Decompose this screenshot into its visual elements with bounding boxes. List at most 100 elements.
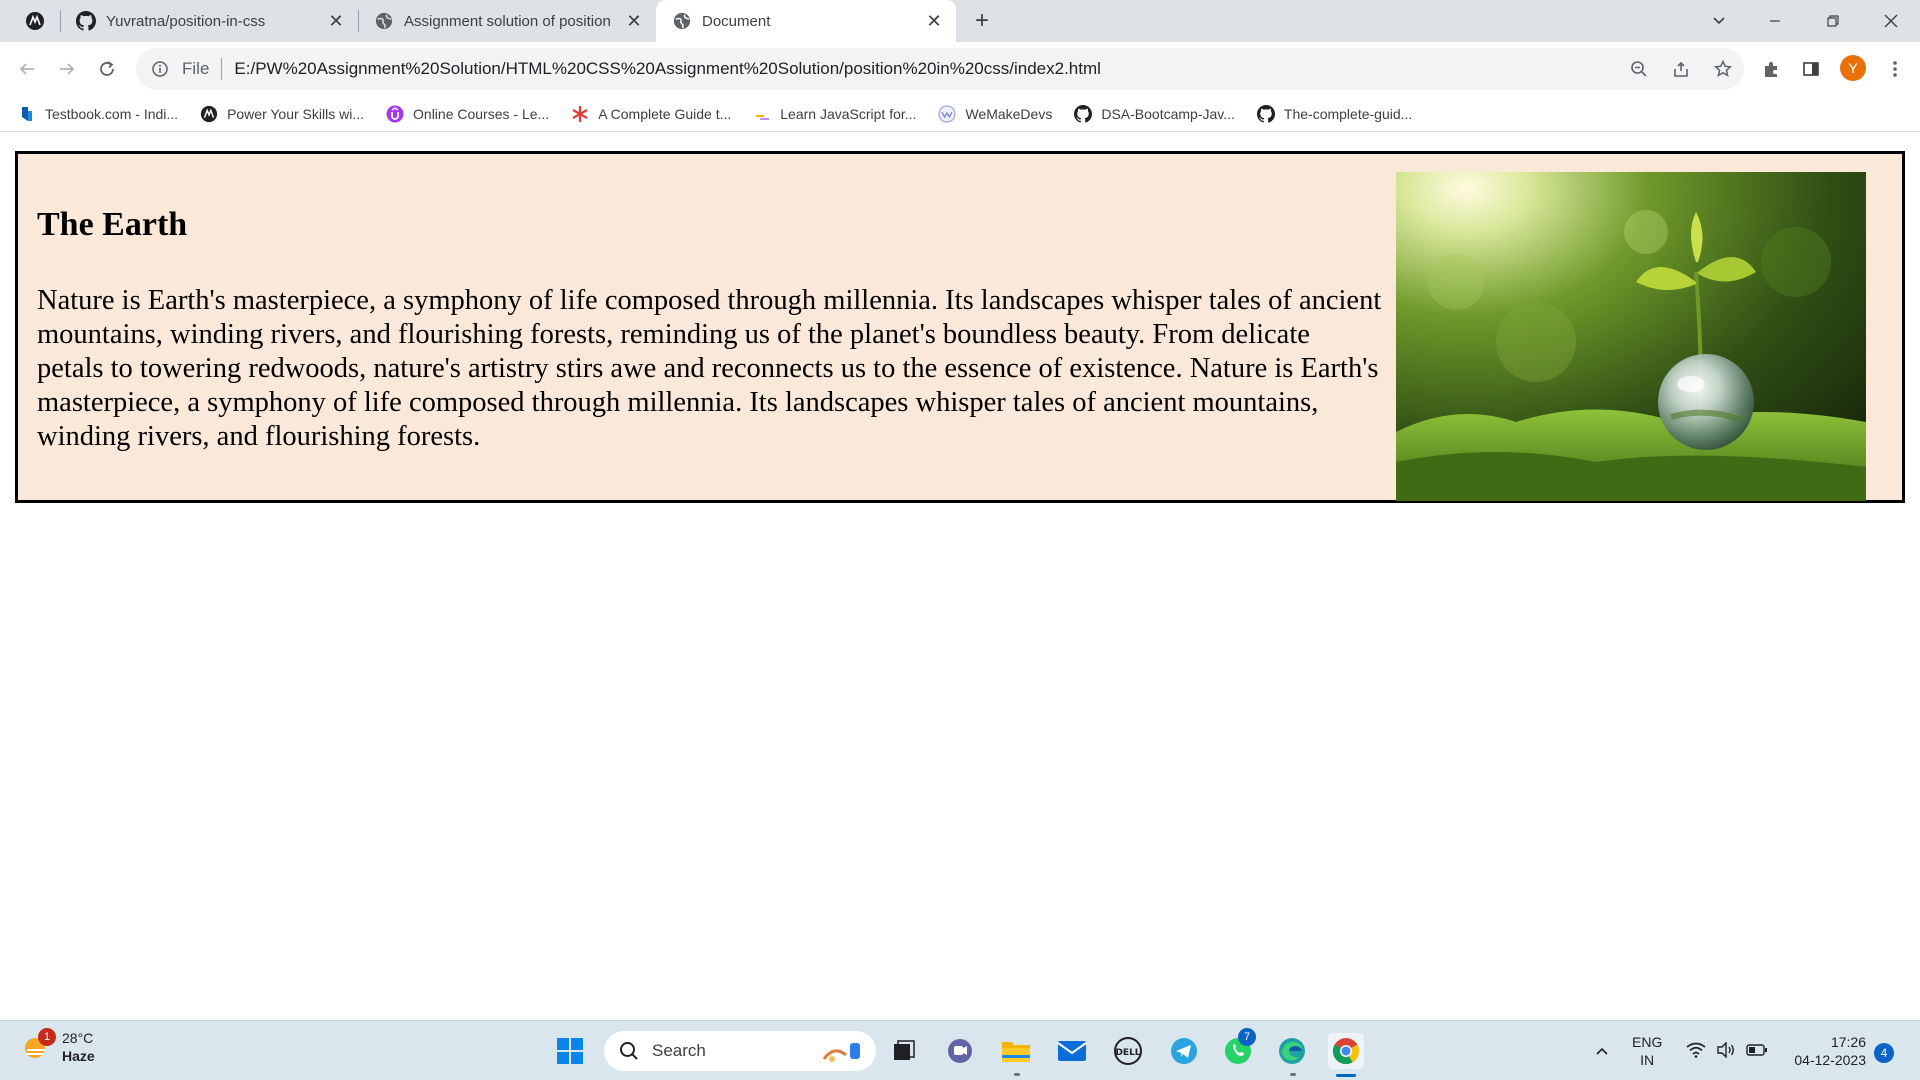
address-bar[interactable]: File E:/PW%20Assignment%20Solution/HTML%… — [136, 48, 1744, 90]
divider — [221, 58, 223, 80]
browser-toolbar: File E:/PW%20Assignment%20Solution/HTML%… — [0, 42, 1920, 96]
dell-icon[interactable]: DELL — [1110, 1033, 1146, 1069]
page-heading: The Earth — [37, 206, 188, 243]
profile-avatar[interactable]: Y — [1840, 55, 1866, 81]
windows-taskbar: 1 28°C Haze Search DELL 7 ENG IN 17:26 0… — [0, 1020, 1920, 1080]
search-icon — [618, 1040, 640, 1062]
bookmark-label: The-complete-guid... — [1283, 105, 1413, 122]
teams-chat-icon[interactable] — [942, 1033, 978, 1069]
clock-time: 17:26 — [1830, 1034, 1866, 1050]
search-highlight-icon — [820, 1037, 866, 1070]
weather-condition: Haze — [62, 1048, 95, 1064]
tab-title: Yuvratna/position-in-css — [106, 12, 266, 30]
telegram-icon[interactable] — [1166, 1033, 1202, 1069]
tab-github[interactable]: Yuvratna/position-in-css ✕ — [60, 0, 358, 42]
running-indicator — [1290, 1073, 1296, 1076]
mail-icon[interactable] — [1054, 1033, 1090, 1069]
asterisk-icon — [571, 105, 589, 123]
bookmark-label: WeMakeDevs — [965, 105, 1053, 122]
svg-text:DELL: DELL — [1115, 1048, 1140, 1058]
file-explorer-icon[interactable] — [998, 1033, 1034, 1069]
tab-assignment[interactable]: Assignment solution of position ✕ — [358, 0, 656, 42]
bookmark-item[interactable]: Learn JavaScript for... — [753, 105, 916, 123]
system-tray — [1590, 1021, 1614, 1080]
volume-icon — [1716, 1040, 1736, 1061]
language-code: ENG — [1632, 1034, 1663, 1050]
task-view-icon[interactable] — [886, 1033, 922, 1069]
bookmark-item[interactable]: Testbook.com - Indi... — [18, 105, 178, 123]
tab-search-icon[interactable] — [1694, 0, 1744, 42]
weather-temp: 28°C — [62, 1030, 94, 1046]
region-code: IN — [1640, 1052, 1655, 1068]
bookmark-label: A Complete Guide t... — [598, 105, 732, 122]
side-panel-icon[interactable] — [1796, 54, 1826, 84]
reload-button[interactable] — [92, 54, 122, 84]
tab-pinned[interactable] — [14, 0, 56, 42]
testbook-icon — [18, 105, 36, 123]
globe-icon — [672, 11, 692, 31]
scheme-label: File — [182, 59, 210, 78]
taskbar-search[interactable]: Search — [604, 1031, 876, 1071]
weather-icon: 1 — [22, 1028, 56, 1062]
bookmark-item[interactable]: WeMakeDevs — [938, 104, 1053, 123]
github-icon — [76, 11, 96, 31]
bookmark-item[interactable]: The-complete-guid... — [1256, 104, 1413, 123]
window-close-button[interactable] — [1866, 0, 1916, 42]
bookmark-label: Power Your Skills wi... — [227, 105, 365, 122]
running-indicator — [1014, 1073, 1020, 1076]
edge-icon[interactable] — [1274, 1033, 1310, 1069]
forward-button[interactable] — [52, 54, 82, 84]
extensions-icon[interactable] — [1756, 54, 1786, 84]
minimize-button[interactable] — [1750, 0, 1800, 42]
menu-dots-icon[interactable] — [1880, 54, 1910, 84]
bookmark-item[interactable]: Power Your Skills wi... — [200, 105, 364, 123]
url-text[interactable]: E:/PW%20Assignment%20Solution/HTML%20CSS… — [234, 59, 1101, 79]
plant-globe-image — [1396, 172, 1866, 501]
bookmark-label: Learn JavaScript for... — [780, 105, 917, 122]
search-placeholder: Search — [652, 1041, 706, 1060]
new-tab-button[interactable]: + — [968, 7, 996, 35]
pw-icon — [200, 105, 218, 123]
notification-badge[interactable]: 4 — [1874, 1043, 1894, 1063]
tab-strip: Yuvratna/position-in-css ✕ Assignment so… — [0, 0, 1920, 42]
clock-date: 04-12-2023 — [1794, 1052, 1866, 1068]
bookmark-item[interactable]: Online Courses - Le... — [386, 105, 549, 123]
chevron-up-icon[interactable] — [1590, 1046, 1614, 1056]
restore-button[interactable] — [1808, 0, 1858, 42]
close-icon[interactable]: ✕ — [620, 7, 648, 35]
js-icon — [753, 105, 771, 123]
page-paragraph: Nature is Earth's masterpiece, a symphon… — [37, 285, 1382, 452]
clock[interactable]: 17:26 04-12-2023 — [1786, 1021, 1866, 1080]
bookmark-item[interactable]: A Complete Guide t... — [571, 105, 731, 123]
tab-title: Assignment solution of position — [404, 12, 611, 30]
info-icon[interactable] — [150, 59, 170, 79]
battery-icon — [1746, 1043, 1768, 1060]
pw-icon — [25, 11, 45, 31]
bookmark-label: DSA-Bootcamp-Jav... — [1101, 105, 1235, 122]
whatsapp-badge: 7 — [1238, 1028, 1256, 1046]
windows-start-icon[interactable] — [552, 1033, 588, 1069]
chrome-icon[interactable] — [1328, 1033, 1364, 1069]
tray-status-icons[interactable] — [1686, 1021, 1768, 1080]
bookmark-star-icon[interactable] — [1712, 58, 1734, 80]
share-icon[interactable] — [1670, 58, 1692, 80]
bookmarks-bar: Testbook.com - Indi... Power Your Skills… — [0, 96, 1920, 132]
back-button[interactable] — [12, 54, 42, 84]
tab-document[interactable]: Document ✕ — [656, 0, 956, 42]
wifi-icon — [1686, 1042, 1706, 1061]
globe-icon — [374, 11, 394, 31]
tab-title: Document — [702, 12, 771, 30]
bookmark-label: Testbook.com - Indi... — [45, 105, 179, 122]
page-viewport: The Earth Nature is Earth's masterpiece,… — [0, 133, 1920, 1020]
weather-badge: 1 — [38, 1028, 56, 1046]
github-icon — [1074, 104, 1093, 123]
udemy-icon — [386, 105, 404, 123]
close-icon[interactable]: ✕ — [322, 7, 350, 35]
weather-widget[interactable]: 1 28°C Haze — [22, 1028, 95, 1065]
close-icon[interactable]: ✕ — [920, 7, 948, 35]
language-indicator[interactable]: ENG IN — [1632, 1021, 1662, 1080]
zoom-icon[interactable] — [1628, 58, 1650, 80]
github-icon — [1256, 104, 1275, 123]
bookmark-item[interactable]: DSA-Bootcamp-Jav... — [1074, 104, 1235, 123]
earth-card: The Earth Nature is Earth's masterpiece,… — [15, 151, 1905, 503]
